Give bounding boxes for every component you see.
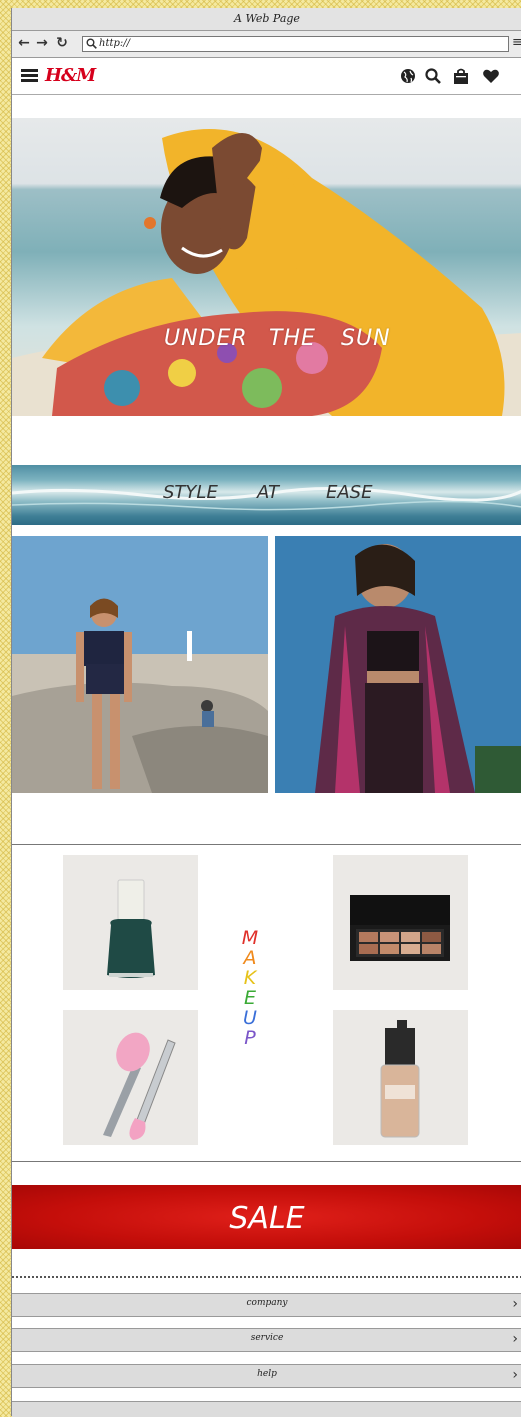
url-input[interactable]: http:// bbox=[82, 36, 509, 52]
sale-banner[interactable]: SALE bbox=[12, 1185, 521, 1249]
style-banner[interactable]: STYLE AT EASE bbox=[12, 465, 521, 525]
site-header: H&M bbox=[12, 58, 521, 95]
brush-image bbox=[103, 1032, 176, 1140]
palette-product[interactable] bbox=[333, 855, 468, 990]
makeup-letter: E bbox=[243, 987, 256, 1009]
makeup-letter: K bbox=[243, 967, 257, 989]
site-logo[interactable]: H&M bbox=[45, 65, 96, 86]
makeup-letter: A bbox=[243, 947, 257, 969]
hero-image bbox=[12, 129, 521, 416]
chevron-right-icon: › bbox=[512, 1367, 518, 1383]
palette-image bbox=[350, 895, 450, 961]
skatepark-image bbox=[12, 536, 268, 793]
banner-word-2: AT bbox=[257, 482, 279, 503]
footer-item-label: help bbox=[257, 1369, 277, 1379]
foundation-product[interactable] bbox=[333, 1010, 468, 1145]
banner-word-1: STYLE bbox=[163, 482, 218, 503]
sale-label: SALE bbox=[229, 1201, 305, 1236]
cardigan-image bbox=[275, 536, 521, 793]
window-title: A Web Page bbox=[12, 8, 521, 31]
section-divider bbox=[12, 844, 521, 845]
search-icon[interactable] bbox=[424, 67, 442, 85]
dotted-divider bbox=[12, 1276, 521, 1278]
shopping-bag-icon[interactable] bbox=[452, 67, 470, 85]
makeup-letter: U bbox=[243, 1007, 257, 1029]
bottom-bar bbox=[12, 1401, 521, 1417]
product-photo-left[interactable] bbox=[12, 536, 268, 793]
hero-word-1: UNDER bbox=[164, 326, 248, 351]
hero-word-3: SUN bbox=[341, 326, 391, 351]
address-bar: ← → ↻ http:// ≡ bbox=[12, 31, 521, 58]
nail-polish-product[interactable] bbox=[63, 855, 198, 990]
footer-item-label: service bbox=[250, 1333, 284, 1343]
makeup-letter: P bbox=[244, 1027, 256, 1049]
url-text: http:// bbox=[99, 38, 130, 49]
chevron-right-icon: › bbox=[512, 1296, 518, 1312]
section-divider bbox=[12, 1161, 521, 1162]
brush-product[interactable] bbox=[63, 1010, 198, 1145]
makeup-label[interactable]: M A K E U P bbox=[240, 928, 260, 1048]
search-icon bbox=[86, 38, 97, 49]
globe-icon[interactable] bbox=[399, 67, 417, 85]
footer-item-label: company bbox=[246, 1298, 288, 1308]
browser-menu-icon[interactable]: ≡ bbox=[512, 35, 521, 51]
hamburger-icon[interactable] bbox=[21, 69, 38, 82]
nail-polish-image bbox=[107, 879, 155, 978]
banner-word-3: EASE bbox=[326, 482, 373, 503]
footer-item-company[interactable]: company › bbox=[12, 1293, 521, 1317]
footer-item-help[interactable]: help › bbox=[12, 1364, 521, 1388]
foundation-image bbox=[380, 1020, 420, 1138]
browser-window: A Web Page ← → ↻ http:// ≡ H&M UNDER THE… bbox=[11, 8, 521, 1417]
arrow-left-icon[interactable]: ← bbox=[16, 35, 32, 51]
footer-item-service[interactable]: service › bbox=[12, 1328, 521, 1352]
chevron-right-icon: › bbox=[512, 1331, 518, 1347]
hero-word-2: THE bbox=[269, 326, 316, 351]
product-photo-right[interactable] bbox=[275, 536, 521, 793]
makeup-letter: M bbox=[241, 927, 259, 949]
heart-icon[interactable] bbox=[482, 67, 500, 85]
reload-icon[interactable]: ↻ bbox=[54, 35, 70, 51]
hero-banner[interactable]: UNDER THE SUN bbox=[12, 118, 521, 416]
arrow-right-icon[interactable]: → bbox=[34, 35, 50, 51]
